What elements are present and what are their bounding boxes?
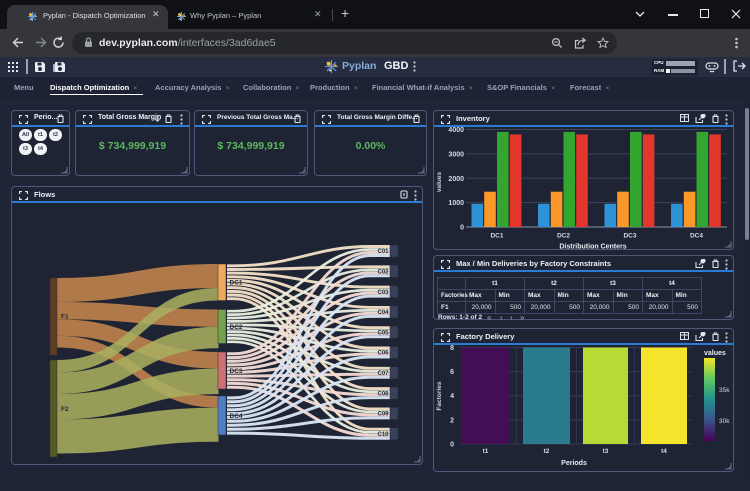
svg-text:6: 6 — [450, 369, 454, 376]
svg-text:C10: C10 — [377, 432, 389, 438]
svg-text:values: values — [436, 172, 443, 193]
svg-text:4000: 4000 — [448, 127, 464, 134]
svg-text:values: values — [704, 350, 726, 357]
svg-text:3000: 3000 — [448, 151, 464, 158]
svg-text:8: 8 — [450, 345, 454, 352]
svg-text:Periods: Periods — [561, 460, 587, 467]
svg-text:t1: t1 — [483, 448, 489, 455]
svg-text:Distribution Centers: Distribution Centers — [559, 244, 626, 251]
svg-text:F1: F1 — [61, 314, 69, 321]
svg-text:C09: C09 — [377, 412, 389, 418]
svg-text:t4: t4 — [661, 448, 667, 455]
svg-text:Factories: Factories — [436, 381, 443, 410]
svg-text:C06: C06 — [377, 351, 389, 357]
svg-text:2000: 2000 — [448, 176, 464, 183]
svg-text:DC4: DC4 — [230, 413, 243, 420]
svg-text:2: 2 — [450, 417, 454, 424]
svg-text:C03: C03 — [377, 290, 389, 296]
svg-text:DC1: DC1 — [230, 280, 243, 287]
svg-text:DC2: DC2 — [230, 324, 243, 331]
svg-text:30k: 30k — [719, 418, 730, 425]
svg-text:C08: C08 — [377, 391, 389, 397]
svg-text:0: 0 — [450, 442, 454, 449]
svg-text:DC2: DC2 — [557, 233, 570, 240]
svg-text:C01: C01 — [377, 249, 389, 255]
svg-text:4: 4 — [450, 393, 454, 400]
svg-text:t3: t3 — [603, 448, 609, 455]
svg-text:DC3: DC3 — [623, 233, 636, 240]
svg-text:0: 0 — [460, 225, 464, 232]
svg-text:C04: C04 — [377, 310, 389, 316]
svg-text:1000: 1000 — [448, 200, 464, 207]
svg-text:t2: t2 — [544, 448, 550, 455]
svg-text:C02: C02 — [377, 270, 389, 276]
svg-text:C05: C05 — [377, 330, 389, 336]
svg-text:C07: C07 — [377, 371, 389, 377]
svg-text:DC4: DC4 — [690, 233, 703, 240]
svg-text:DC1: DC1 — [490, 233, 503, 240]
svg-text:DC3: DC3 — [230, 368, 243, 375]
svg-text:F2: F2 — [61, 406, 69, 413]
svg-text:35k: 35k — [719, 387, 730, 394]
